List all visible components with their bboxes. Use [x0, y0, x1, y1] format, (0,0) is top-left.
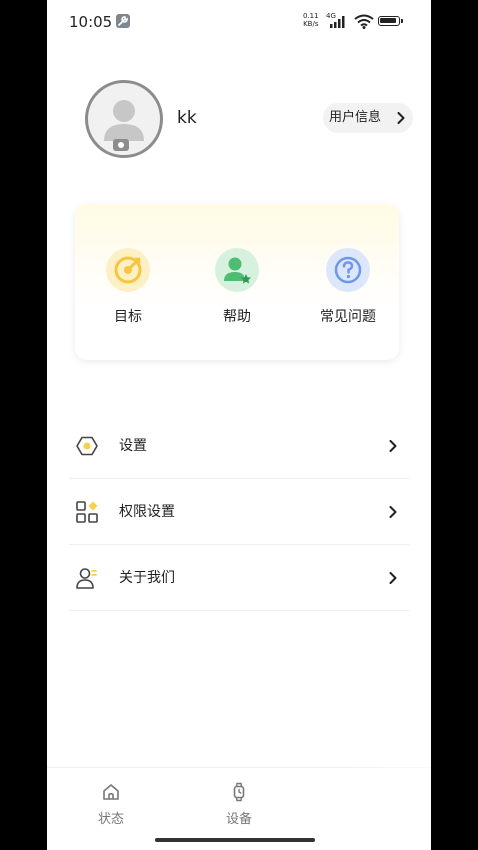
app-screen: 10:05 0.11 KB/s 4G kk 用户信息 目标 帮助 常见问题 设置…: [47, 0, 431, 850]
nav-tab-label: 设备: [225, 812, 252, 827]
menu-item-label: 权限设置: [119, 504, 175, 520]
status-time: 10:05: [69, 13, 113, 31]
about-person-icon: [76, 568, 97, 589]
quick-action-goal[interactable]: 目标: [88, 248, 168, 326]
battery-icon: [378, 16, 400, 26]
quick-action-label: 常见问题: [320, 309, 376, 325]
network-speed: 0.11 KB/s: [303, 12, 319, 28]
user-info-label: 用户信息: [329, 110, 382, 125]
nav-tab-label: 状态: [97, 812, 124, 827]
user-info-button[interactable]: 用户信息: [323, 103, 413, 133]
menu-item-settings[interactable]: 设置: [69, 413, 409, 479]
target-icon: [106, 248, 150, 292]
quick-action-help[interactable]: 帮助: [197, 248, 277, 326]
quick-action-label: 帮助: [223, 309, 251, 325]
quick-action-label: 目标: [114, 309, 142, 325]
chevron-right-icon: [389, 506, 397, 518]
menu-item-about[interactable]: 关于我们: [69, 545, 409, 611]
chevron-right-icon: [389, 440, 397, 452]
menu-item-permissions[interactable]: 权限设置: [69, 479, 409, 545]
quick-action-faq[interactable]: 常见问题: [308, 248, 388, 326]
camera-icon[interactable]: [113, 139, 129, 151]
chevron-right-icon: [397, 112, 405, 124]
home-indicator: [155, 838, 315, 842]
watch-icon: [233, 782, 245, 802]
status-bar: 10:05 0.11 KB/s 4G: [47, 0, 431, 44]
grid-apps-icon: [76, 501, 98, 523]
chevron-right-icon: [389, 572, 397, 584]
username: kk: [177, 108, 197, 128]
home-icon: [103, 784, 119, 800]
signal-icon: [330, 16, 345, 28]
question-icon: [326, 248, 370, 292]
menu-item-label: 关于我们: [119, 570, 175, 586]
network-speed-value: 0.11: [303, 12, 319, 20]
network-speed-unit: KB/s: [303, 20, 319, 28]
nav-tab-device[interactable]: 设备: [209, 782, 269, 827]
wrench-icon: [116, 14, 130, 28]
menu-item-label: 设置: [119, 438, 147, 454]
nav-tab-status[interactable]: 状态: [81, 782, 141, 827]
quick-actions-card: 目标 帮助 常见问题: [75, 204, 399, 360]
battery-tip: [401, 19, 403, 23]
hexagon-settings-icon: [76, 436, 98, 456]
wifi-icon: [354, 14, 374, 29]
user-star-icon: [215, 248, 259, 292]
